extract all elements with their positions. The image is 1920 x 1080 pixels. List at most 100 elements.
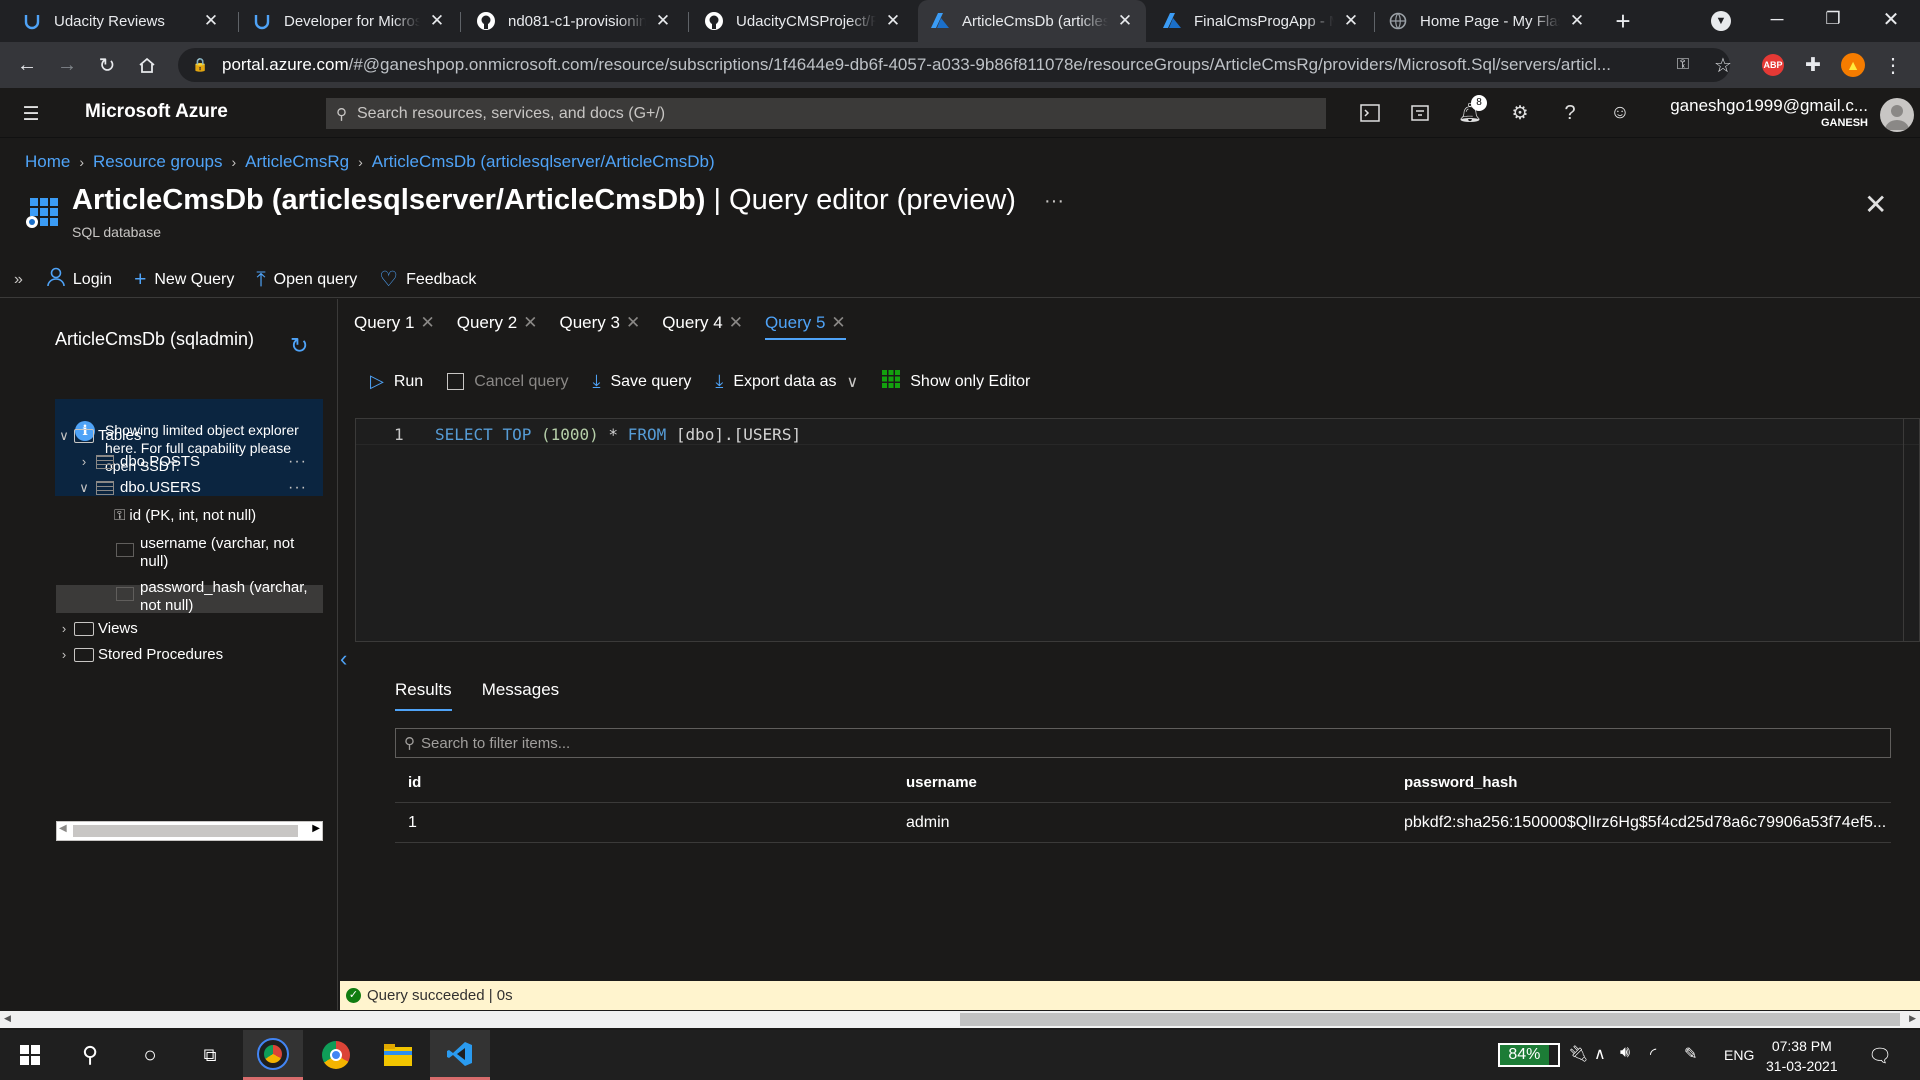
tab-query-1[interactable]: Query 1 ✕ <box>354 300 435 340</box>
close-tab-icon[interactable]: ✕ <box>1116 11 1134 31</box>
breadcrumb-resource-group[interactable]: ArticleCmsRg <box>245 152 349 172</box>
cell-password-hash[interactable]: pbkdf2:sha256:150000$QlIrz6Hg$5f4cd25d78… <box>1391 814 1891 832</box>
column-header-password-hash[interactable]: password_hash <box>1391 774 1891 791</box>
reload-icon[interactable]: ↻ <box>92 50 122 80</box>
column-username[interactable]: username (varchar, not null) <box>114 535 294 571</box>
more-options-icon[interactable]: ··· <box>1044 190 1064 213</box>
editor-scrollbar[interactable] <box>1903 419 1919 641</box>
tab-query-4[interactable]: Query 4 ✕ <box>662 300 743 340</box>
window-close-icon[interactable]: ✕ <box>1876 4 1906 34</box>
back-icon[interactable]: ← <box>12 50 42 80</box>
browser-tab[interactable]: UdacityCMSProject/Readme ✕ <box>692 0 914 42</box>
notification-center-icon[interactable]: 🗨︎ <box>1868 1044 1892 1068</box>
login-button[interactable]: Login <box>47 267 112 293</box>
cell-username[interactable]: admin <box>893 814 1391 832</box>
save-query-button[interactable]: ⤓ Save query <box>592 371 691 392</box>
feedback-button[interactable]: ♡ Feedback <box>379 267 476 292</box>
scrollbar-thumb[interactable] <box>960 1013 1900 1026</box>
export-data-button[interactable]: ⤓ Export data as ∨ <box>715 371 858 392</box>
tree-node-stored-procedures[interactable]: › Stored Procedures <box>56 646 223 663</box>
scroll-left-icon[interactable]: ◀ <box>4 1013 11 1024</box>
browser-tab-active[interactable]: ArticleCmsDb (articlesql ✕ <box>918 0 1146 42</box>
restore-icon[interactable]: ❐ <box>1818 4 1848 34</box>
chrome-canary-icon[interactable] <box>243 1030 303 1080</box>
tree-node-views[interactable]: › Views <box>56 620 138 637</box>
forward-icon[interactable]: → <box>52 50 82 80</box>
tab-results[interactable]: Results <box>395 680 452 711</box>
breadcrumb-home[interactable]: Home <box>25 152 70 172</box>
scroll-right-icon[interactable]: ▶ <box>1909 1013 1916 1024</box>
browser-tab[interactable]: Developer for Microsoft ✕ <box>240 0 458 42</box>
open-query-button[interactable]: ⤒ Open query <box>256 268 357 292</box>
close-icon[interactable]: ✕ <box>420 313 434 340</box>
plug-icon[interactable]: 🔌︎ <box>1568 1044 1588 1064</box>
close-tab-icon[interactable]: ✕ <box>1342 11 1360 31</box>
hamburger-menu-icon[interactable]: ☰ <box>16 99 46 129</box>
browser-tab[interactable]: nd081-c1-provisioning ✕ <box>464 0 684 42</box>
azure-brand[interactable]: Microsoft Azure <box>85 101 228 123</box>
browser-tab[interactable]: Home Page - My Flask App ✕ <box>1376 0 1598 42</box>
page-horizontal-scrollbar[interactable]: ◀ ▶ <box>0 1011 1920 1028</box>
show-only-editor-button[interactable]: Show only Editor <box>882 370 1030 393</box>
breadcrumb-database[interactable]: ArticleCmsDb (articlesqlserver/ArticleCm… <box>372 152 715 172</box>
refresh-icon[interactable]: ↻ <box>290 333 308 359</box>
collapse-panel-icon[interactable]: ‹ <box>340 646 347 672</box>
help-icon[interactable]: ? <box>1555 98 1585 128</box>
global-search-input[interactable]: ⚲ Search resources, services, and docs (… <box>326 98 1326 129</box>
search-icon[interactable]: ⚲ <box>60 1030 120 1080</box>
tab-search-icon[interactable]: ▼ <box>1706 6 1736 36</box>
scroll-left-icon[interactable]: ◀ <box>59 823 67 834</box>
adblock-icon[interactable]: ABP <box>1758 50 1788 80</box>
scrollbar-thumb[interactable] <box>73 825 298 837</box>
volume-icon[interactable]: 🔊︎ <box>1620 1044 1630 1062</box>
close-icon[interactable]: ✕ <box>523 313 537 340</box>
feedback-smiley-icon[interactable]: ☺ <box>1605 98 1635 128</box>
avatar[interactable] <box>1880 98 1914 132</box>
account-info[interactable]: ganeshgo1999@gmail.c... GANESH <box>1670 96 1868 129</box>
sql-editor[interactable]: 1 SELECT TOP (1000) * FROM [dbo].[USERS] <box>355 418 1920 642</box>
tab-query-2[interactable]: Query 2 ✕ <box>457 300 538 340</box>
file-explorer-icon[interactable] <box>368 1030 428 1080</box>
wifi-icon[interactable]: ◜ <box>1650 1044 1656 1064</box>
settings-gear-icon[interactable]: ⚙ <box>1505 98 1535 128</box>
close-tab-icon[interactable]: ✕ <box>1568 11 1586 31</box>
close-tab-icon[interactable]: ✕ <box>884 11 902 31</box>
vscode-icon[interactable] <box>430 1030 490 1080</box>
column-header-username[interactable]: username <box>893 774 1391 791</box>
close-tab-icon[interactable]: ✕ <box>428 11 446 31</box>
tab-messages[interactable]: Messages <box>482 680 559 711</box>
explorer-horizontal-scrollbar[interactable]: ◀ ▶ <box>56 821 323 841</box>
tree-node-posts[interactable]: › dbo.POSTS ··· <box>76 453 323 471</box>
bookmark-star-icon[interactable]: ☆ <box>1708 50 1738 80</box>
profile-icon[interactable]: ▲ <box>1838 50 1868 80</box>
tab-query-5[interactable]: Query 5 ✕ <box>764 300 846 340</box>
key-icon[interactable]: ⚿ <box>1668 50 1698 80</box>
close-icon[interactable]: ✕ <box>626 313 640 340</box>
close-blade-icon[interactable]: ✕ <box>1864 188 1887 221</box>
browser-tab[interactable]: FinalCmsProgApp - Micro ✕ <box>1150 0 1372 42</box>
chevron-up-icon[interactable]: ∧ <box>1594 1044 1606 1064</box>
scroll-right-icon[interactable]: ▶ <box>312 823 320 834</box>
close-icon[interactable]: ✕ <box>729 313 743 340</box>
task-view-icon[interactable]: ⧉ <box>180 1030 240 1080</box>
breadcrumb-resource-groups[interactable]: Resource groups <box>93 152 222 172</box>
notifications-bell-icon[interactable]: 🔔︎ 8 <box>1455 95 1487 128</box>
windows-start-icon[interactable] <box>0 1030 60 1080</box>
expand-menu-icon[interactable]: » <box>14 271 23 289</box>
tab-query-3[interactable]: Query 3 ✕ <box>559 300 640 340</box>
minimize-icon[interactable]: ─ <box>1762 4 1792 34</box>
cell-id[interactable]: 1 <box>395 814 893 832</box>
cortana-icon[interactable]: ○ <box>120 1030 180 1080</box>
new-tab-button[interactable]: + <box>1608 6 1638 36</box>
column-password-hash[interactable]: password_hash (varchar, not null) <box>114 579 308 615</box>
new-query-button[interactable]: + New Query <box>134 268 234 292</box>
more-options-icon[interactable]: ··· <box>288 479 307 497</box>
close-icon[interactable]: ✕ <box>831 313 845 338</box>
tree-node-users[interactable]: ∨ dbo.USERS ··· <box>76 479 323 497</box>
close-tab-icon[interactable]: ✕ <box>202 11 220 31</box>
home-icon[interactable] <box>132 50 162 80</box>
chrome-icon[interactable] <box>306 1030 366 1080</box>
run-button[interactable]: ▷ Run <box>370 371 423 392</box>
close-tab-icon[interactable]: ✕ <box>654 11 672 31</box>
table-row[interactable]: 1 admin pbkdf2:sha256:150000$QlIrz6Hg$5f… <box>395 803 1891 843</box>
